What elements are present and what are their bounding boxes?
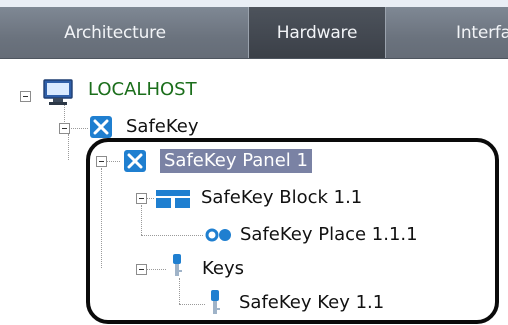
collapse-localhost-button[interactable]: [20, 91, 31, 102]
collapse-panel-button[interactable]: [96, 156, 107, 167]
key-icon: [211, 290, 220, 314]
tree-line: [146, 269, 166, 270]
tree-item-safekey-key[interactable]: SafeKey Key 1.1: [239, 291, 384, 315]
tree-line: [106, 161, 120, 162]
tree-line: [68, 134, 69, 160]
tab-interfaces[interactable]: Interfa: [456, 7, 508, 58]
collapse-safekey-button[interactable]: [59, 123, 70, 134]
tree-line: [141, 205, 142, 235]
tab-interfaces-label: Interfa: [456, 22, 508, 43]
tab-architecture[interactable]: Architecture: [20, 7, 210, 58]
tree-item-safekey-place[interactable]: SafeKey Place 1.1.1: [240, 223, 418, 247]
computer-icon: [43, 79, 73, 105]
collapse-keys-button[interactable]: [136, 264, 147, 275]
hardware-tree: LOCALHOST SafeKey SafeKey Panel 1 SafeKe…: [0, 58, 508, 325]
place-icon: [205, 228, 231, 242]
tab-bar: Architecture Hardware Interfa: [0, 7, 508, 59]
collapse-block-button[interactable]: [136, 193, 147, 204]
tree-line: [179, 278, 180, 304]
key-icon: [173, 254, 182, 276]
block-icon: [156, 190, 190, 208]
tree-item-safekey-panel[interactable]: SafeKey Panel 1: [160, 149, 312, 173]
tab-architecture-label: Architecture: [64, 22, 166, 43]
tree-line: [141, 235, 203, 236]
tree-item-safekey[interactable]: SafeKey: [126, 115, 199, 139]
safekey-icon: [90, 116, 112, 138]
tree-item-keys[interactable]: Keys: [202, 257, 244, 281]
tree-line: [146, 198, 154, 199]
tree-line: [179, 304, 205, 305]
tab-hardware-label: Hardware: [276, 22, 358, 43]
window-top-strip: [0, 0, 508, 7]
tree-item-localhost[interactable]: LOCALHOST: [88, 78, 197, 102]
safekey-panel-icon: [124, 150, 146, 172]
tab-hardware[interactable]: Hardware: [248, 7, 386, 58]
tree-line: [101, 168, 102, 268]
tree-item-safekey-block[interactable]: SafeKey Block 1.1: [201, 186, 362, 210]
